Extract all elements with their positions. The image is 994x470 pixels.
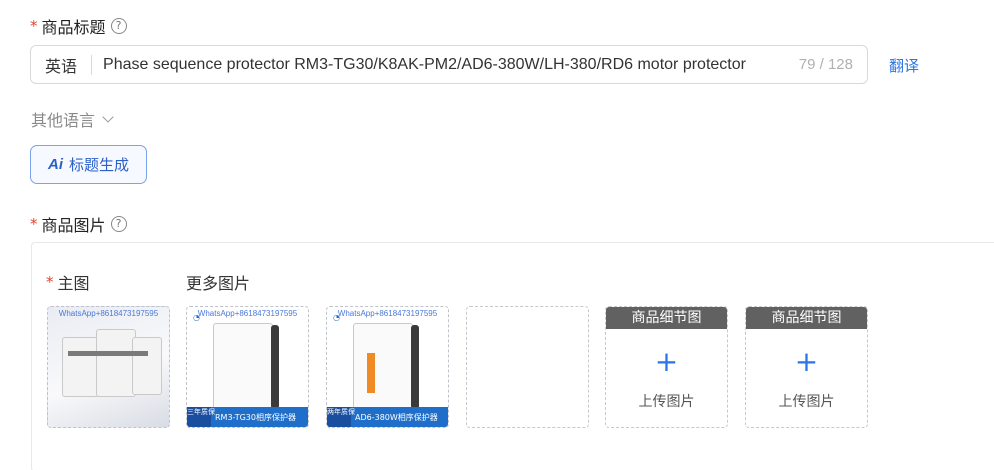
char-counter: 79 / 128 — [798, 56, 853, 73]
caption-text: RM3-TG30相序保护器 — [215, 412, 296, 422]
upload-image-label: 上传图片 — [638, 394, 695, 410]
device-side — [271, 325, 279, 409]
warranty-badge: 三年质保 — [187, 407, 215, 427]
device-image — [62, 337, 100, 397]
empty-image-slot[interactable] — [466, 306, 589, 428]
detail-slot-header: 商品细节图 — [746, 307, 867, 329]
other-languages-label: 其他语言 — [31, 111, 96, 130]
product-images-label: * 商品图片 ? — [30, 212, 127, 236]
upload-image-label: 上传图片 — [778, 394, 835, 410]
image-caption-bar: 两年质保 AD6-380W相序保护器 — [327, 407, 448, 427]
chevron-down-icon — [102, 110, 114, 123]
more-images-label: 更多图片 — [186, 270, 250, 294]
help-icon[interactable]: ? — [110, 18, 127, 34]
device-side — [411, 325, 419, 409]
device-image — [132, 337, 162, 395]
brand-logo-icon: ◔ — [193, 313, 200, 322]
caption-text: AD6-380W相序保护器 — [355, 412, 438, 422]
detail-image-upload[interactable]: 商品细节图 + 上传图片 — [605, 306, 728, 428]
device-knob — [367, 353, 375, 393]
device-image — [96, 329, 136, 397]
detail-image-upload[interactable]: 商品细节图 + 上传图片 — [745, 306, 868, 428]
title-input[interactable]: 英语 Phase sequence protector RM3-TG30/K8A… — [30, 45, 868, 84]
ai-icon: Ai — [47, 156, 63, 173]
other-languages-toggle[interactable]: 其他语言 — [31, 107, 114, 131]
device-terminals — [68, 351, 148, 356]
product-image-thumbnail[interactable]: WhatsApp+8618473197595 ◔ 两年质保 AD6-380W相序… — [326, 306, 449, 428]
main-image-thumbnail[interactable]: WhatsApp+8618473197595 — [47, 306, 170, 428]
required-asterisk: * — [46, 273, 54, 291]
required-asterisk: * — [30, 215, 38, 233]
device-image — [353, 323, 413, 411]
brand-logo-icon: ◔ — [333, 313, 340, 322]
product-image-thumbnail[interactable]: WhatsApp+8618473197595 ◔ 三年质保 RM3-TG30相序… — [186, 306, 309, 428]
title-input-value[interactable]: Phase sequence protector RM3-TG30/K8AK-P… — [92, 56, 793, 74]
warranty-badge: 两年质保 — [327, 407, 355, 427]
required-asterisk: * — [30, 17, 38, 35]
translate-link[interactable]: 翻译 — [889, 55, 919, 76]
main-image-label: * 主图 — [46, 270, 90, 294]
watermark-text: WhatsApp+8618473197595 — [337, 309, 438, 318]
product-title-text: 商品标题 — [41, 18, 106, 37]
plus-icon: + — [794, 345, 819, 378]
product-images-text: 商品图片 — [41, 216, 106, 235]
watermark-text: WhatsApp+8618473197595 — [197, 309, 298, 318]
watermark-text: WhatsApp+8618473197595 — [58, 309, 159, 318]
ai-button-label: 标题生成 — [68, 156, 129, 174]
detail-slot-header: 商品细节图 — [606, 307, 727, 329]
main-image-text: 主图 — [57, 274, 90, 293]
product-title-label: * 商品标题 ? — [30, 14, 127, 38]
device-image — [213, 323, 273, 411]
help-icon[interactable]: ? — [110, 216, 127, 232]
plus-icon: + — [654, 345, 679, 378]
image-caption-bar: 三年质保 RM3-TG30相序保护器 — [187, 407, 308, 427]
more-images-text: 更多图片 — [186, 274, 251, 293]
ai-title-generate-button[interactable]: Ai 标题生成 — [30, 145, 147, 184]
language-label[interactable]: 英语 — [31, 53, 91, 77]
